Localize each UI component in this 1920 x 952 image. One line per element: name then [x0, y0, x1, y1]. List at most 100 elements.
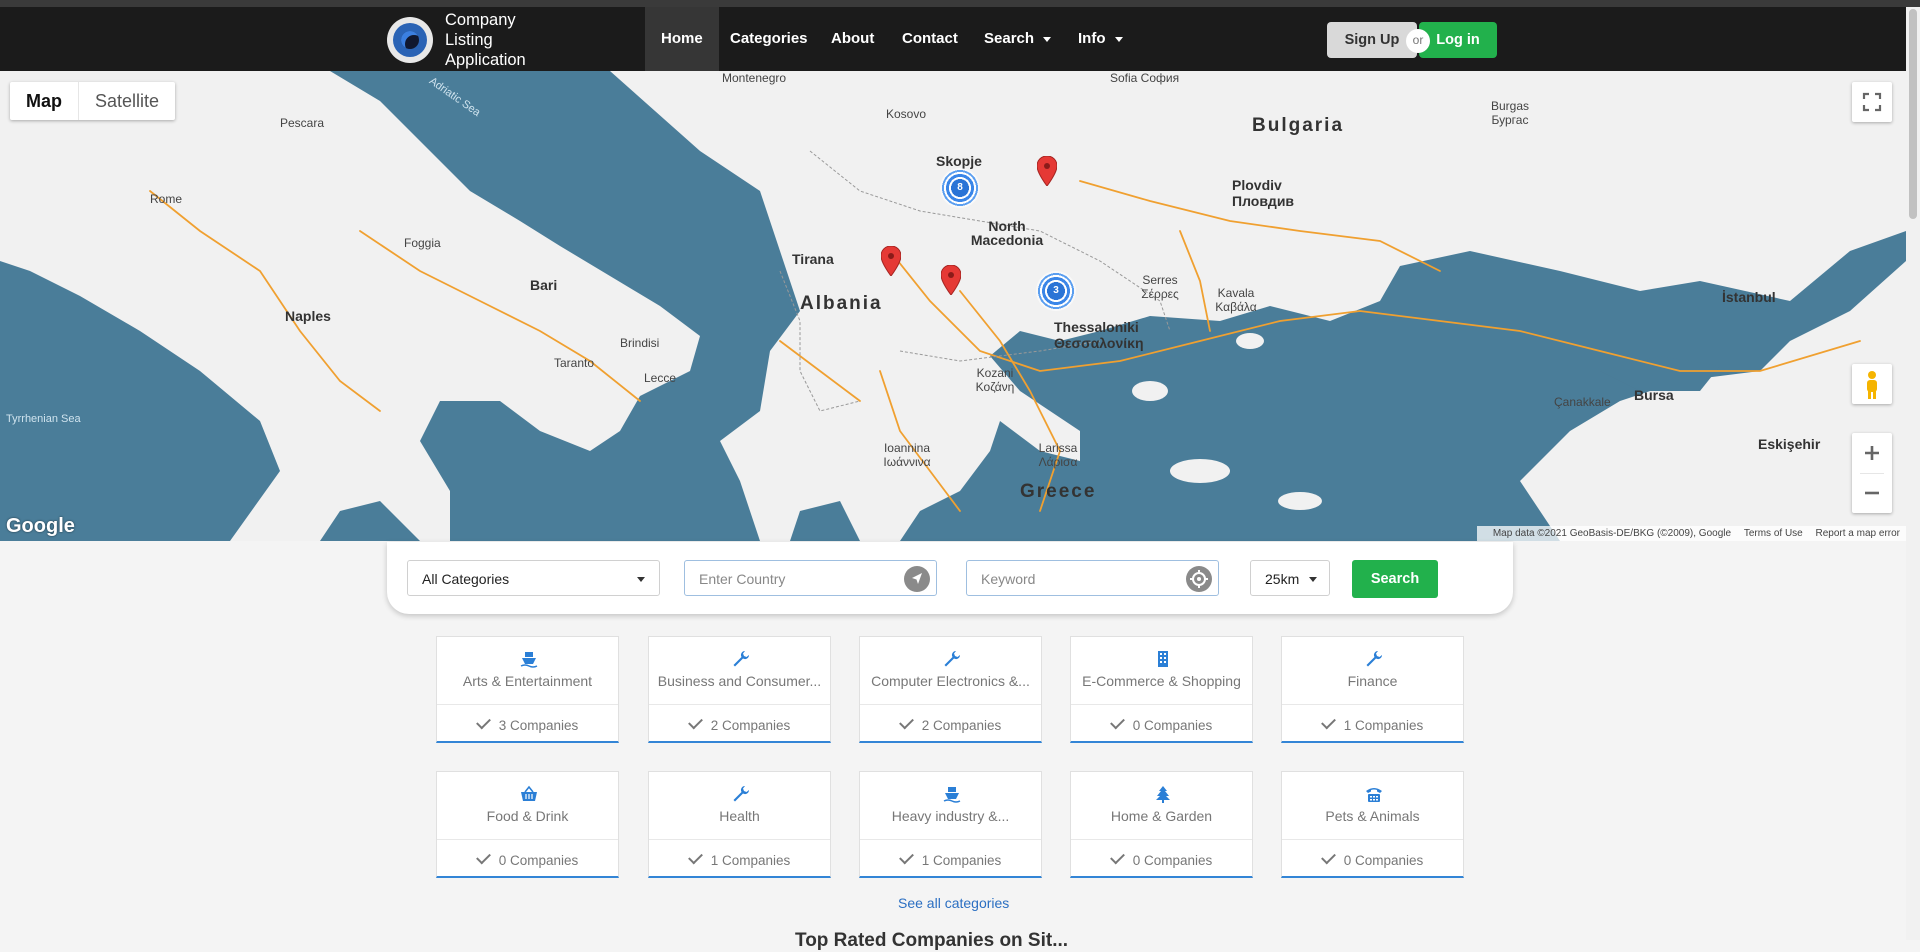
- wrench-icon: [944, 650, 961, 667]
- category-count-text: 2 Companies: [710, 718, 791, 733]
- nav-search-label: Search: [984, 30, 1035, 47]
- category-card[interactable]: Health 1 Companies: [648, 771, 831, 878]
- map-label-serres: Serres Σέρρες: [1141, 273, 1179, 301]
- map-label-skopje: Skopje: [936, 153, 982, 169]
- map-type-map[interactable]: Map: [10, 82, 79, 120]
- map-label-pescara: Pescara: [280, 116, 325, 130]
- wrench-icon: [733, 785, 750, 802]
- category-card[interactable]: Computer Electronics &... 2 Companies: [859, 636, 1042, 743]
- brand-link[interactable]: Company Listing Application: [387, 10, 555, 70]
- card-divider: [860, 704, 1041, 705]
- caret-down-icon: [1309, 577, 1317, 582]
- ship-icon: [943, 787, 961, 803]
- nav-search[interactable]: Search: [968, 7, 1067, 71]
- zoom-in-button[interactable]: [1852, 433, 1892, 473]
- country-input[interactable]: Enter Country: [684, 560, 937, 596]
- google-map[interactable]: Map Satellite Bulgaria Albania Greece No…: [0, 71, 1906, 541]
- map-label-kosovo: Kosovo: [886, 107, 927, 121]
- category-card[interactable]: Business and Consumer... 2 Companies: [648, 636, 831, 743]
- scrollbar-thumb[interactable]: [1909, 9, 1917, 219]
- map-label-tyrrhenian-sea: Tyrrhenian Sea: [6, 413, 81, 425]
- map-data-text: Map data ©2021 GeoBasis-DE/BKG (©2009), …: [1492, 528, 1732, 539]
- card-divider: [860, 839, 1041, 840]
- category-count: 0 Companies: [1282, 849, 1463, 868]
- category-count: 1 Companies: [649, 849, 830, 868]
- crosshair-icon[interactable]: [1186, 566, 1212, 592]
- zoom-out-button[interactable]: [1852, 473, 1892, 513]
- map-cluster-marker[interactable]: 8: [940, 168, 980, 208]
- login-button[interactable]: Log in: [1419, 22, 1497, 58]
- locate-arrow-icon[interactable]: [904, 566, 930, 592]
- category-name: Business and Consumer...: [657, 673, 822, 689]
- see-all-categories-link[interactable]: See all categories: [898, 895, 1009, 911]
- terms-link[interactable]: Terms of Use: [1744, 528, 1803, 539]
- minus-icon: [1865, 491, 1879, 495]
- map-label-kavala: Kavala Καβάλα: [1215, 286, 1257, 314]
- map-label-eskisehir: Eskişehir: [1758, 436, 1821, 452]
- map-attribution: Map data ©2021 GeoBasis-DE/BKG (©2009), …: [1476, 526, 1906, 541]
- nav-contact[interactable]: Contact: [886, 7, 974, 71]
- tree-icon: [1156, 786, 1170, 803]
- map-label-larissa: Larissa Λάρισα: [1038, 441, 1078, 469]
- map-pin-icon[interactable]: [881, 246, 901, 276]
- category-select[interactable]: All Categories: [407, 560, 660, 596]
- category-count-text: 0 Companies: [1132, 853, 1213, 868]
- radius-select[interactable]: 25km: [1250, 560, 1330, 596]
- search-button[interactable]: Search: [1352, 560, 1438, 598]
- category-card[interactable]: Finance 1 Companies: [1281, 636, 1464, 743]
- nav-categories[interactable]: Categories: [714, 7, 824, 71]
- card-divider: [1071, 704, 1252, 705]
- google-logo: Google: [6, 515, 75, 537]
- category-card[interactable]: Food & Drink 0 Companies: [436, 771, 619, 878]
- category-card[interactable]: Arts & Entertainment 3 Companies: [436, 636, 619, 743]
- check-icon: [687, 714, 703, 730]
- category-count-text: 0 Companies: [1132, 718, 1213, 733]
- nav-info[interactable]: Info: [1062, 7, 1139, 71]
- keyword-input[interactable]: Keyword: [966, 560, 1219, 596]
- map-label-plovdiv: Plovdiv Пловдив: [1232, 177, 1295, 209]
- check-icon: [898, 849, 914, 865]
- category-name: Computer Electronics &...: [871, 673, 1030, 689]
- category-card[interactable]: Heavy industry &... 1 Companies: [859, 771, 1042, 878]
- map-label-foggia: Foggia: [404, 236, 441, 250]
- map-label-taranto: Taranto: [554, 356, 595, 370]
- map-label-istanbul: İstanbul: [1722, 289, 1776, 305]
- map-label-naples: Naples: [285, 308, 331, 324]
- card-divider: [437, 839, 618, 840]
- map-pin-icon[interactable]: [941, 265, 961, 295]
- category-name: Health: [719, 808, 760, 824]
- card-divider: [1282, 704, 1463, 705]
- page-scrollbar[interactable]: [1906, 7, 1920, 940]
- map-label-sofia: Sofia София: [1110, 71, 1180, 85]
- category-count: 2 Companies: [649, 714, 830, 733]
- radius-value: 25km: [1265, 571, 1300, 587]
- map-type-satellite[interactable]: Satellite: [79, 82, 175, 120]
- map-label-canakkale: Çanakkale: [1554, 395, 1611, 409]
- map-label-greece: Greece: [1020, 481, 1097, 502]
- caret-down-icon: [637, 577, 645, 582]
- map-pin-icon[interactable]: [1037, 156, 1057, 186]
- check-icon: [1320, 849, 1336, 865]
- category-card[interactable]: Pets & Animals 0 Companies: [1281, 771, 1464, 878]
- camera-logo-icon: [387, 17, 433, 63]
- category-count: 2 Companies: [860, 714, 1041, 733]
- signup-button[interactable]: Sign Up: [1327, 22, 1417, 58]
- category-count: 0 Companies: [1071, 714, 1252, 733]
- nav-home[interactable]: Home: [645, 7, 719, 71]
- card-divider: [649, 839, 830, 840]
- map-label-lecce: Lecce: [644, 371, 677, 385]
- fullscreen-button[interactable]: [1852, 82, 1892, 122]
- category-count-text: 1 Companies: [921, 853, 1002, 868]
- category-card[interactable]: Home & Garden 0 Companies: [1070, 771, 1253, 878]
- country-placeholder: Enter Country: [699, 571, 786, 587]
- nav-about[interactable]: About: [815, 7, 890, 71]
- category-card[interactable]: E-Commerce & Shopping 0 Companies: [1070, 636, 1253, 743]
- check-icon: [1109, 714, 1125, 730]
- check-icon: [1320, 714, 1336, 730]
- basket-icon: [521, 785, 537, 801]
- map-cluster-marker[interactable]: 3: [1036, 271, 1076, 311]
- fullscreen-icon: [1862, 92, 1882, 112]
- map-land-layer: [0, 71, 1906, 541]
- street-view-pegman[interactable]: [1852, 364, 1892, 404]
- report-error-link[interactable]: Report a map error: [1816, 528, 1900, 539]
